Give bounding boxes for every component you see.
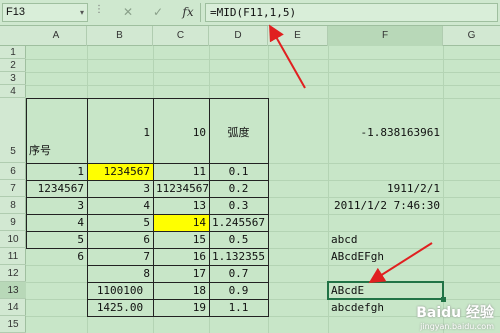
cell-d12[interactable]: 0.7	[209, 265, 268, 282]
row-header-9[interactable]: 9	[0, 214, 26, 231]
table-border	[26, 98, 269, 99]
row-header-1[interactable]: 1	[0, 46, 26, 59]
row-header-7[interactable]: 7	[0, 180, 26, 197]
row-header-2[interactable]: 2	[0, 59, 26, 72]
column-header-a[interactable]: A	[26, 26, 87, 46]
cell-b13[interactable]: 1100100	[87, 282, 153, 299]
cell-a6[interactable]: 1	[26, 163, 87, 180]
table-border	[87, 316, 269, 317]
table-border	[268, 98, 269, 317]
row-header-6[interactable]: 6	[0, 163, 26, 180]
cell-c13[interactable]: 18	[153, 282, 209, 299]
cell-a8[interactable]: 3	[26, 197, 87, 214]
cell-d14[interactable]: 1.1	[209, 299, 268, 316]
column-header-d[interactable]: D	[209, 26, 268, 46]
cell-b5[interactable]: 1	[87, 124, 153, 142]
cell-f10[interactable]: abcd	[328, 231, 443, 248]
cell-d9[interactable]: 1.245567	[209, 214, 268, 231]
row-header-11[interactable]: 11	[0, 248, 26, 265]
cell-c5[interactable]: 10	[153, 124, 209, 142]
more-options-icon: ⋮	[94, 4, 104, 15]
row-header-3[interactable]: 3	[0, 72, 26, 85]
watermark-sub: jingyan.baidu.com	[420, 322, 494, 331]
cell-a7[interactable]: 1234567	[26, 180, 87, 197]
cell-c9[interactable]: 14	[153, 214, 209, 231]
formula-input[interactable]: =MID(F11,1,5)	[205, 3, 498, 22]
cell-d13[interactable]: 0.9	[209, 282, 268, 299]
cell-b9[interactable]: 5	[87, 214, 153, 231]
enter-icon[interactable]: ✓	[148, 3, 168, 22]
row-header-13[interactable]: 13	[0, 282, 26, 299]
cell-b14[interactable]: 1425.00	[87, 299, 153, 316]
watermark-logo: Baidu 经验 jingyan.baidu.com	[416, 302, 494, 331]
column-header-e[interactable]: E	[268, 26, 328, 46]
column-header-b[interactable]: B	[87, 26, 153, 46]
cell-c8[interactable]: 13	[153, 197, 209, 214]
cell-b12[interactable]: 8	[87, 265, 153, 282]
cell-c10[interactable]: 15	[153, 231, 209, 248]
cell-a9[interactable]: 4	[26, 214, 87, 231]
cell-c7[interactable]: 11234567	[153, 180, 209, 197]
column-header-c[interactable]: C	[153, 26, 209, 46]
cell-d5[interactable]: 弧度	[209, 124, 268, 142]
row-header-10[interactable]: 10	[0, 231, 26, 248]
cell-b6[interactable]: 1234567	[87, 163, 153, 180]
cell-d11[interactable]: 1.132355	[209, 248, 268, 265]
cell-c11[interactable]: 16	[153, 248, 209, 265]
cell-a10[interactable]: 5	[26, 231, 87, 248]
cell-b10[interactable]: 6	[87, 231, 153, 248]
worksheet-grid[interactable]: 序号 1 10 弧度 -1.838163961 1 1234567 11 0.1…	[26, 46, 500, 333]
name-box-value: F13	[6, 6, 25, 18]
cell-d8[interactable]: 0.3	[209, 197, 268, 214]
cell-c14[interactable]: 19	[153, 299, 209, 316]
row-header-bar: 1 2 3 4 5 6 7 8 9 10 11 12 13 14 15	[0, 46, 26, 333]
name-box[interactable]: F13 ▾	[2, 3, 88, 22]
cell-a11[interactable]: 6	[26, 248, 87, 265]
column-header-bar: A B C D E F G	[0, 26, 500, 46]
cancel-icon[interactable]: ✕	[118, 3, 138, 22]
cell-d7[interactable]: 0.2	[209, 180, 268, 197]
formula-bar: F13 ▾ ⋮ ✕ ✓ fx =MID(F11,1,5)	[0, 0, 500, 26]
cell-a5[interactable]: 序号	[26, 142, 87, 160]
row-header-14[interactable]: 14	[0, 299, 26, 316]
row-header-12[interactable]: 12	[0, 265, 26, 282]
watermark-title: Baidu 经验	[416, 305, 494, 321]
column-header-f[interactable]: F	[328, 26, 443, 46]
cell-f11[interactable]: ABcdEFgh	[328, 248, 443, 265]
row-header-15[interactable]: 15	[0, 316, 26, 333]
row-header-8[interactable]: 8	[0, 197, 26, 214]
cell-f8[interactable]: 2011/1/2 7:46:30	[328, 197, 443, 214]
column-header-g[interactable]: G	[443, 26, 500, 46]
cell-d6[interactable]: 0.1	[209, 163, 268, 180]
cell-f13[interactable]: ABcdE	[328, 282, 443, 299]
formula-bar-divider	[200, 3, 201, 22]
gridline	[443, 46, 444, 333]
cell-f5[interactable]: -1.838163961	[328, 124, 443, 142]
cell-b7[interactable]: 3	[87, 180, 153, 197]
cell-d10[interactable]: 0.5	[209, 231, 268, 248]
cell-b8[interactable]: 4	[87, 197, 153, 214]
gridline	[26, 72, 500, 73]
insert-function-icon[interactable]: fx	[178, 3, 198, 22]
gridline	[26, 85, 500, 86]
row-header-5[interactable]: 5	[0, 98, 26, 163]
cell-c6[interactable]: 11	[153, 163, 209, 180]
cell-c12[interactable]: 17	[153, 265, 209, 282]
chevron-down-icon[interactable]: ▾	[80, 4, 84, 21]
cell-f7[interactable]: 1911/2/1	[328, 180, 443, 197]
gridline	[26, 59, 500, 60]
row-header-4[interactable]: 4	[0, 85, 26, 98]
cell-b11[interactable]: 7	[87, 248, 153, 265]
